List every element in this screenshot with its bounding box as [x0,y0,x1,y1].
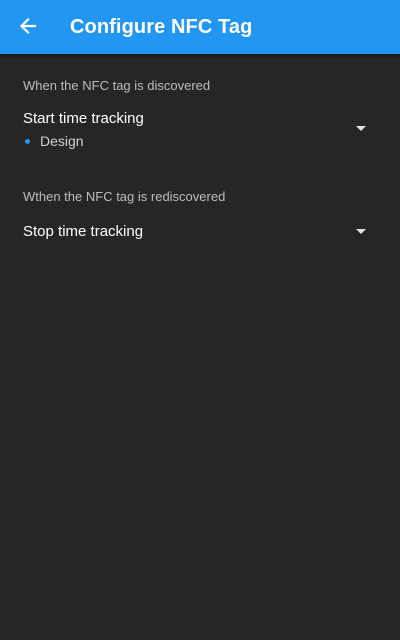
rediscovered-section-label: Wthen the NFC tag is rediscovered [23,189,226,204]
rediscovered-action-dropdown[interactable]: Stop time tracking [0,218,400,248]
project-color-dot [25,138,30,144]
rediscovered-action-value: Stop time tracking [23,223,144,240]
discovered-project: Design [23,132,84,150]
chevron-down-icon [356,126,366,131]
back-button[interactable] [12,10,44,42]
chevron-down-icon [356,229,366,234]
discovered-action-value: Start time tracking [23,110,144,127]
discovered-section-label: When the NFC tag is discovered [23,78,211,93]
arrow-left-icon [19,17,37,35]
page-title: Configure NFC Tag [70,16,253,38]
discovered-action-dropdown[interactable]: Start time tracking Design [0,106,400,154]
discovered-project-name: Design [40,133,84,149]
app-bar: Configure NFC Tag [0,0,400,54]
